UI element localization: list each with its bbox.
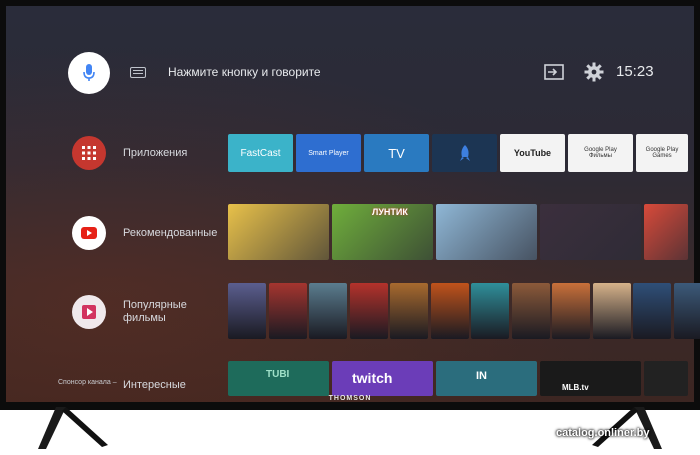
microphone-icon (83, 64, 95, 81)
movie-poster[interactable] (430, 283, 469, 339)
app-tile-google-play-movies[interactable]: Google Play Фильмы (568, 134, 633, 172)
movie-poster[interactable] (268, 283, 307, 339)
sponsor-text: Спонсор канала – (58, 379, 117, 386)
popular-movies-row-label: Популярные фильмы (123, 299, 187, 325)
channel-tile-twitch[interactable]: twitch (332, 361, 433, 396)
brand-logo: THOMSON (328, 395, 372, 402)
settings-gear-icon[interactable] (584, 62, 604, 82)
stand-leg-left (38, 407, 108, 449)
movie-poster[interactable] (592, 283, 631, 339)
channel-label: MLB.tv (562, 383, 589, 392)
recommended-video[interactable] (540, 204, 641, 260)
movie-poster[interactable] (228, 283, 266, 339)
movie-poster[interactable] (511, 283, 550, 339)
movie-poster[interactable] (633, 283, 671, 339)
rocket-icon (432, 134, 497, 172)
keyboard-icon[interactable] (130, 67, 146, 78)
app-tile-smart-player[interactable]: Smart Player (296, 134, 361, 172)
recommended-row-label: Рекомендованные (123, 227, 218, 239)
app-label: FastCast (240, 147, 281, 159)
film-play-icon (82, 305, 96, 319)
interesting-row-label: Интересные (123, 379, 186, 391)
popular-label-line2: фильмы (123, 312, 166, 324)
channel-label: TUBI (266, 369, 290, 380)
input-source-icon[interactable] (544, 63, 564, 81)
channel-tile-tubi[interactable]: TUBI (228, 361, 329, 396)
app-label: Google Play Games (645, 147, 679, 159)
apps-grid-icon (82, 146, 96, 160)
app-tile-fastcast[interactable]: FastCast (228, 134, 293, 172)
video-title: ЛУНТИК (372, 207, 408, 217)
channel-label: twitch (352, 370, 393, 386)
apps-row-icon[interactable] (72, 136, 106, 170)
channel-tile-mlb[interactable]: MLB.tv (540, 361, 641, 396)
app-label: Smart Player (308, 149, 349, 157)
movie-poster[interactable] (390, 283, 428, 339)
voice-search-prompt: Нажмите кнопку и говорите (168, 65, 321, 79)
app-tile-youtube[interactable]: YouTube (500, 134, 565, 172)
recommended-video[interactable] (436, 204, 537, 260)
channel-label: IN (476, 370, 487, 382)
movie-poster[interactable] (309, 283, 347, 339)
app-label: Google Play Фильмы (584, 147, 617, 159)
movies-row-icon[interactable] (72, 295, 106, 329)
clock: 15:23 (616, 63, 654, 80)
app-tile-google-play-games[interactable]: Google Play Games (636, 134, 688, 172)
app-tile-rocket[interactable] (432, 134, 497, 172)
apps-row-label: Приложения (123, 147, 188, 159)
app-label: TV (388, 145, 405, 161)
channel-tile-in[interactable]: IN (436, 361, 537, 396)
channel-tile[interactable] (644, 361, 688, 396)
movie-poster[interactable] (471, 283, 509, 339)
popular-label-line1: Популярные (123, 299, 187, 311)
youtube-play-icon (81, 227, 97, 239)
youtube-row-icon[interactable] (72, 216, 106, 250)
recommended-video[interactable] (228, 204, 329, 260)
app-tile-tv[interactable]: TV (364, 134, 429, 172)
watermark: catalog.onliner.by (556, 427, 650, 439)
app-label: YouTube (513, 148, 552, 158)
movie-poster[interactable] (673, 283, 700, 339)
voice-search-button[interactable] (68, 52, 110, 94)
recommended-video[interactable] (644, 204, 688, 260)
movie-poster[interactable] (349, 283, 388, 339)
recommended-video[interactable]: ЛУНТИК (332, 204, 433, 260)
movie-poster[interactable] (552, 283, 590, 339)
